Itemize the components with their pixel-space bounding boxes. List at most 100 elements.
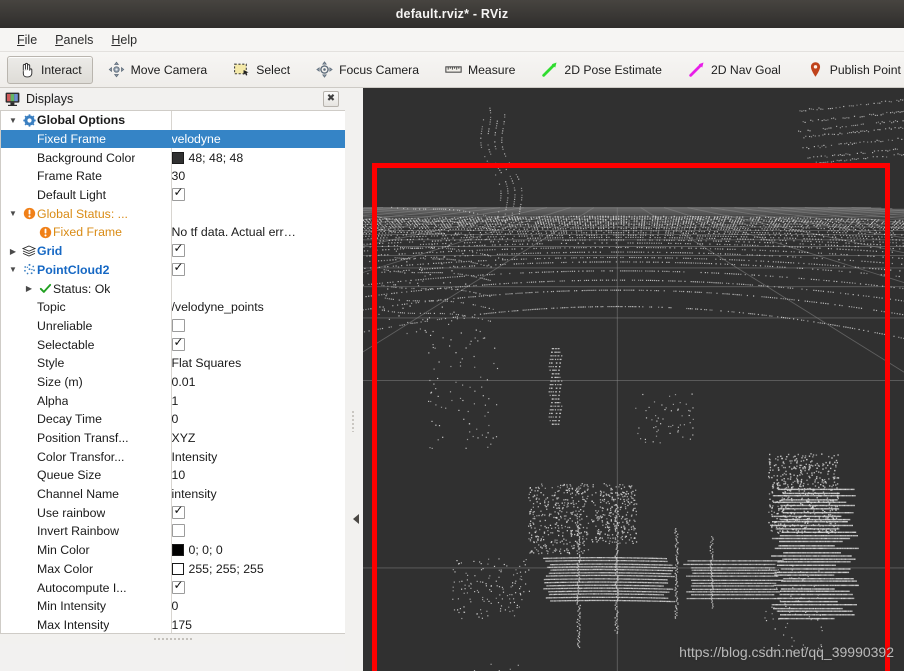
display-property-row[interactable]: ▼ Global Status: ...	[1, 204, 345, 224]
property-name-cell: Use rainbow	[1, 503, 172, 523]
display-property-row[interactable]: Fixed Frame No tf data. Actual err…	[1, 223, 345, 242]
property-value-cell[interactable]: intensity	[171, 485, 345, 504]
property-value-cell[interactable]	[171, 204, 345, 223]
display-property-row[interactable]: ▶ Grid	[1, 241, 345, 261]
menu-file[interactable]: File	[8, 31, 46, 49]
display-property-row[interactable]: ▼ Global Options	[1, 111, 345, 130]
property-value-cell[interactable]	[171, 317, 345, 336]
display-property-row[interactable]: Unreliable	[1, 316, 345, 336]
tool-2d-pose-estimate[interactable]: 2D Pose Estimate	[530, 56, 673, 84]
vertical-splitter[interactable]	[345, 88, 363, 671]
tool-interact[interactable]: Interact	[7, 55, 93, 84]
grid-icon	[21, 245, 37, 257]
checkbox-unchecked-icon[interactable]	[171, 524, 185, 538]
property-name-label: Max Intensity	[37, 617, 110, 632]
property-value-label: 0.01	[171, 374, 196, 389]
property-value-cell[interactable]	[171, 242, 345, 261]
property-value-cell[interactable]	[171, 186, 345, 205]
color-swatch[interactable]	[171, 544, 184, 557]
display-property-row[interactable]: Frame Rate 30	[1, 167, 345, 186]
property-value-cell[interactable]	[171, 503, 345, 522]
display-property-row[interactable]: Min Intensity 0	[1, 596, 345, 616]
property-value-cell[interactable]: XYZ	[171, 429, 345, 448]
tool-measure[interactable]: Measure	[434, 56, 526, 84]
menu-help[interactable]: Help	[102, 31, 146, 49]
property-value-cell[interactable]: 0	[171, 410, 345, 429]
tool-focus-camera[interactable]: Focus Camera	[305, 56, 430, 84]
display-property-row[interactable]: Max Intensity 175	[1, 615, 345, 633]
display-property-row[interactable]: Style Flat Squares	[1, 353, 345, 373]
property-value-cell[interactable]: 48; 48; 48	[171, 148, 345, 167]
display-property-row[interactable]: Background Color 48; 48; 48	[1, 148, 345, 168]
property-name-cell: Min Intensity	[1, 596, 172, 616]
displays-tree[interactable]: ▼ Global Options Fixed Frame velodyne Backgr…	[0, 110, 345, 634]
property-value-cell[interactable]: No tf data. Actual err…	[171, 223, 345, 242]
property-value-cell[interactable]	[171, 578, 345, 597]
property-value-cell[interactable]: 175	[171, 616, 345, 633]
display-property-row[interactable]: Fixed Frame velodyne	[1, 129, 345, 149]
property-value-cell[interactable]	[171, 279, 345, 298]
display-property-row[interactable]: Channel Name intensity	[1, 484, 345, 504]
display-property-row[interactable]: Default Light	[1, 185, 345, 205]
display-property-row[interactable]: Selectable	[1, 335, 345, 354]
checkbox-checked-icon[interactable]	[171, 242, 185, 258]
display-property-row[interactable]: ▼ PointCloud2	[1, 260, 345, 280]
watermark-text: https://blog.csdn.net/qq_39990392	[679, 644, 894, 660]
property-name-label: Alpha	[37, 393, 69, 408]
display-property-row[interactable]: Max Color 255; 255; 255	[1, 559, 345, 579]
property-value-cell[interactable]: 0; 0; 0	[171, 541, 345, 560]
menu-panels[interactable]: Panels	[46, 31, 102, 49]
checkbox-checked-icon[interactable]	[171, 579, 185, 594]
checkbox-checked-icon[interactable]	[171, 504, 185, 519]
horizontal-splitter[interactable]	[0, 634, 345, 644]
display-property-row[interactable]: Queue Size 10	[1, 466, 345, 485]
property-value-cell[interactable]: /velodyne_points	[171, 298, 345, 317]
property-value-cell[interactable]: 255; 255; 255	[171, 560, 345, 579]
property-value-cell[interactable]: velodyne	[171, 129, 345, 149]
color-swatch[interactable]	[171, 562, 184, 575]
display-property-row[interactable]: Color Transfor... Intensity	[1, 447, 345, 467]
render-viewport-3d[interactable]: https://blog.csdn.net/qq_39990392	[363, 88, 904, 671]
property-value-cell[interactable]: Flat Squares	[171, 354, 345, 373]
checkbox-checked-icon[interactable]	[171, 336, 185, 351]
display-property-row[interactable]: Invert Rainbow	[1, 522, 345, 541]
display-property-row[interactable]: Use rainbow	[1, 503, 345, 523]
property-value-cell[interactable]	[171, 335, 345, 354]
display-property-row[interactable]: Alpha 1	[1, 391, 345, 410]
display-property-row[interactable]: Decay Time 0	[1, 410, 345, 429]
property-name-label: Frame Rate	[37, 169, 102, 184]
tool-2d-nav-goal[interactable]: 2D Nav Goal	[677, 56, 792, 84]
tool-publish-point[interactable]: Publish Point	[796, 56, 904, 84]
display-property-row[interactable]: Topic/velodyne_points	[1, 297, 345, 317]
color-swatch[interactable]	[171, 151, 184, 164]
checkbox-unchecked-icon[interactable]	[171, 318, 185, 332]
checkbox-checked-icon[interactable]	[171, 186, 185, 202]
property-value-cell[interactable]	[171, 111, 345, 130]
property-value-cell[interactable]	[171, 261, 345, 280]
display-property-row[interactable]: Min Color 0; 0; 0	[1, 540, 345, 560]
tool-select[interactable]: Select	[222, 56, 301, 84]
property-name-cell: Color Transfor...	[1, 447, 172, 467]
checkbox-checked-icon[interactable]	[171, 261, 185, 276]
close-icon[interactable]: ✖	[323, 91, 339, 107]
chevron-right-icon[interactable]: ▶	[21, 284, 37, 293]
tool-move-camera[interactable]: Move Camera	[97, 56, 219, 84]
property-value-cell[interactable]: 30	[171, 167, 345, 186]
chevron-down-icon[interactable]: ▼	[5, 209, 21, 218]
display-property-row[interactable]: ▶ Status: Ok	[1, 279, 345, 298]
property-value-cell[interactable]: 10	[171, 466, 345, 485]
property-value-cell[interactable]: 0.01	[171, 373, 345, 392]
chevron-right-icon[interactable]: ▶	[5, 247, 21, 256]
chevron-down-icon[interactable]: ▼	[5, 116, 21, 125]
property-value-cell[interactable]: 1	[171, 391, 345, 410]
display-property-row[interactable]: Autocompute I...	[1, 578, 345, 597]
collapse-panel-arrow-icon[interactable]	[353, 514, 359, 524]
property-value-cell[interactable]: 0	[171, 597, 345, 616]
display-property-row[interactable]: Position Transf... XYZ	[1, 428, 345, 448]
tool-select-label: Select	[256, 62, 291, 77]
property-value-cell[interactable]	[171, 522, 345, 541]
property-value-cell[interactable]: Intensity	[171, 447, 345, 466]
display-property-row[interactable]: Size (m) 0.01	[1, 372, 345, 392]
chevron-down-icon[interactable]: ▼	[5, 265, 21, 274]
property-name-label: Max Color	[37, 561, 94, 576]
